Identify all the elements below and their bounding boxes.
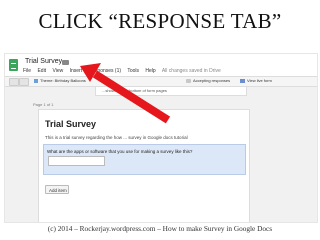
form-title[interactable]: Trial Survey [45,119,96,129]
theme-icon [34,79,38,83]
accepting-toggle-icon[interactable] [186,79,191,83]
theme-button[interactable]: Theme: Birthday Balloons [40,78,86,83]
accepting-responses-button[interactable]: Accepting responses [193,78,230,83]
view-live-form-icon [240,79,245,83]
question-item[interactable]: What are the apps or software that you u… [43,144,246,175]
menu-responses[interactable]: Responses (1) [89,68,122,74]
undo-button[interactable] [9,78,19,86]
menu-file[interactable]: File [23,68,31,74]
google-forms-icon[interactable] [9,59,18,71]
document-title[interactable]: Trial Survey [25,58,62,65]
confirmation-text: ...shown at the bottom of form pages [102,88,167,93]
view-live-form-button[interactable]: View live form [247,78,272,83]
menu-edit[interactable]: Edit [37,68,46,74]
slide-caption: (c) 2014 – Rockerjay.wordpress.com – How… [47,224,273,233]
form-card: Trial Survey This is a trial survey rega… [38,109,250,222]
save-status: All changes saved in Drive [161,68,221,74]
form-description[interactable]: This is a trial survey regarding the how… [45,135,188,140]
page-label: Page 1 of 1 [33,102,54,107]
folder-icon[interactable] [62,60,69,65]
google-forms-screenshot: Trial Survey File Edit View Insert Respo… [4,53,318,223]
menu-help[interactable]: Help [145,68,155,74]
add-item-button[interactable]: Add item [45,185,69,194]
redo-button[interactable] [19,78,29,86]
confirmation-notice: ...shown at the bottom of form pages [95,86,247,96]
menu-view[interactable]: View [52,68,63,74]
question-text: What are the apps or software that you u… [47,149,193,154]
title-bar: Trial Survey File Edit View Insert Respo… [5,54,317,76]
slide-title: CLICK “RESPONSE TAB” [38,9,282,33]
menu-insert[interactable]: Insert [70,68,83,74]
menu-tools[interactable]: Tools [127,68,139,74]
answer-field[interactable] [48,156,105,166]
menu-bar: File Edit View Insert Responses (1) Tool… [23,68,226,74]
